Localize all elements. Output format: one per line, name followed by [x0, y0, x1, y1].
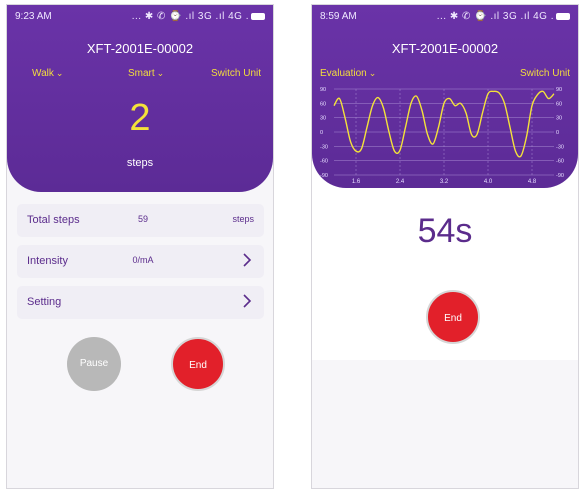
end-button[interactable]: End	[171, 337, 225, 391]
evaluation-dropdown-label: Evaluation	[320, 68, 367, 79]
y-tick-label: 0	[320, 130, 323, 136]
end-button[interactable]: End	[426, 290, 480, 344]
switch-unit-button[interactable]: Switch Unit	[520, 68, 570, 79]
y-tick-label: 30	[556, 116, 562, 122]
status-bar: 9:23 AM ... ✱ ✆ ⌚ .ıl 3G .ıl 4G .	[15, 11, 265, 23]
evaluation-chart: 90 60 30 0 -30 -60 -90 90 60 30 0 -30 -60 -90 1.6 2.4…	[320, 87, 564, 185]
y-tick-label: -90	[556, 173, 564, 179]
y-tick-label: 90	[556, 87, 562, 93]
x-tick-label: 4.8	[528, 179, 537, 185]
y-tick-label: 0	[556, 130, 559, 136]
right-phone-screen: 8:59 AM ... ✱ ✆ ⌚ .ıl 3G .ıl 4G . XFT-20…	[311, 4, 579, 489]
step-counter-value: 2	[129, 97, 151, 139]
intensity-label: Intensity	[27, 255, 68, 267]
status-time: 9:23 AM	[15, 11, 52, 22]
chevron-right-icon	[243, 253, 252, 267]
total-steps-label: Total steps	[27, 214, 80, 226]
y-tick-label: 60	[556, 101, 562, 107]
chevron-down-icon: ⌄	[156, 68, 165, 78]
y-tick-label: -60	[320, 159, 328, 165]
smart-dropdown-label: Smart	[128, 68, 155, 79]
battery-icon	[251, 12, 265, 20]
intensity-value: 0/mA	[132, 255, 154, 265]
x-tick-label: 1.6	[352, 179, 361, 185]
status-time: 8:59 AM	[320, 11, 357, 22]
x-tick-label: 3.2	[440, 179, 449, 185]
status-icons-text: ... ✱ ✆ ⌚ .ıl 3G .ıl 4G .	[436, 11, 554, 22]
y-tick-label: -30	[556, 144, 564, 150]
x-tick-label: 4.0	[484, 179, 493, 185]
total-steps-value: 59	[137, 214, 148, 224]
evaluation-dropdown[interactable]: Evaluation ⌄	[320, 68, 376, 79]
status-bar: 8:59 AM ... ✱ ✆ ⌚ .ıl 3G .ıl 4G .	[320, 11, 570, 23]
header-panel: 9:23 AM ... ✱ ✆ ⌚ .ıl 3G .ıl 4G . XFT-20…	[7, 5, 273, 192]
status-icons: ... ✱ ✆ ⌚ .ıl 3G .ıl 4G .	[437, 11, 570, 22]
device-title: XFT-2001E-00002	[391, 41, 499, 56]
status-icons-text: ... ✱ ✆ ⌚ .ıl 3G .ıl 4G .	[131, 11, 249, 22]
y-tick-label: 60	[320, 101, 326, 107]
setting-row[interactable]: Setting	[17, 286, 264, 319]
total-steps-unit: steps	[232, 214, 254, 224]
y-tick-label: 30	[320, 116, 326, 122]
y-tick-label: -60	[556, 159, 564, 165]
left-phone-screen: 9:23 AM ... ✱ ✆ ⌚ .ıl 3G .ıl 4G . XFT-20…	[6, 4, 274, 489]
device-title: XFT-2001E-00002	[86, 41, 194, 56]
x-tick-label: 2.4	[396, 179, 405, 185]
y-tick-label: 90	[320, 87, 326, 93]
chevron-down-icon: ⌄	[55, 68, 64, 78]
mode-dropdown-label: Walk	[32, 68, 54, 79]
y-tick-label: -90	[320, 173, 328, 179]
smart-dropdown[interactable]: Smart ⌄	[128, 68, 164, 79]
status-icons: ... ✱ ✆ ⌚ .ıl 3G .ıl 4G .	[132, 11, 265, 22]
elapsed-timer: 54s	[417, 212, 473, 250]
chevron-down-icon: ⌄	[368, 68, 377, 78]
setting-label: Setting	[27, 296, 62, 308]
header-panel: 8:59 AM ... ✱ ✆ ⌚ .ıl 3G .ıl 4G . XFT-20…	[312, 5, 578, 188]
mode-dropdown[interactable]: Walk ⌄	[32, 68, 63, 79]
y-tick-label: -30	[320, 144, 328, 150]
chevron-right-icon	[243, 294, 252, 308]
intensity-row[interactable]: Intensity 0/mA	[17, 245, 264, 278]
step-counter-unit: steps	[126, 157, 154, 169]
switch-unit-button[interactable]: Switch Unit	[211, 68, 261, 79]
total-steps-row: Total steps 59 steps	[17, 204, 264, 237]
battery-icon	[556, 12, 570, 20]
pause-button[interactable]: Pause	[67, 337, 121, 391]
